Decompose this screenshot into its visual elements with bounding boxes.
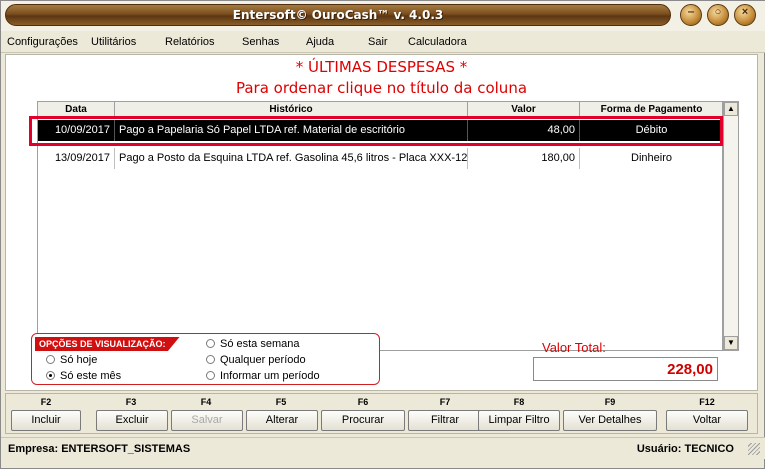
menu-ajuda[interactable]: Ajuda [306, 36, 334, 48]
selected-row-highlight [29, 116, 723, 146]
vertical-scrollbar[interactable]: ▲ ▼ [723, 101, 739, 351]
cell-forma: Dinheiro [580, 148, 722, 169]
radio-so-esta-semana[interactable]: Só esta semana [206, 338, 300, 350]
alterar-button[interactable]: Alterar [246, 410, 318, 431]
application-window: Entersoft© OuroCash™ v. 4.0.3 ‒ ○ × Conf… [0, 0, 765, 469]
radio-icon [206, 339, 215, 348]
maximize-icon: ○ [714, 6, 722, 18]
fkey-label: F5 [275, 397, 287, 407]
ver-detalhes-button[interactable]: Ver Detalhes [563, 410, 657, 431]
fkey-label: F2 [40, 397, 52, 407]
minimize-button[interactable]: ‒ [680, 4, 702, 26]
radio-label: Só hoje [60, 354, 98, 366]
excluir-button[interactable]: Excluir [96, 410, 168, 431]
voltar-button[interactable]: Voltar [666, 410, 748, 431]
radio-checked-icon [46, 371, 55, 380]
minimize-icon: ‒ [687, 6, 695, 18]
cell-data: 13/09/2017 [38, 148, 115, 169]
window-title: Entersoft© OuroCash™ v. 4.0.3 [232, 8, 444, 22]
radio-icon [46, 355, 55, 364]
resize-grip-icon[interactable] [748, 443, 760, 455]
status-empresa: Empresa: ENTERSOFT_SISTEMAS [8, 443, 191, 455]
total-value: 228,00 [533, 357, 718, 381]
scroll-up-icon[interactable]: ▲ [724, 102, 738, 116]
fkey-label: F12 [699, 397, 715, 407]
page-title: * ÚLTIMAS DESPESAS * [295, 58, 468, 76]
fkey-label: F7 [439, 397, 451, 407]
title-pill[interactable]: Entersoft© OuroCash™ v. 4.0.3 [5, 4, 671, 26]
radio-so-este-mes[interactable]: Só este mês [46, 370, 121, 382]
radio-label: Informar um período [220, 370, 320, 382]
status-usuario: Usuário: TECNICO [636, 443, 734, 455]
scroll-down-icon[interactable]: ▼ [724, 336, 738, 350]
cell-historico: Pago a Posto da Esquina LTDA ref. Gasoli… [115, 148, 468, 169]
fkey-label: F4 [200, 397, 212, 407]
menu-configuracoes[interactable]: Configurações [7, 36, 78, 48]
table-row[interactable]: 13/09/2017 Pago a Posto da Esquina LTDA … [38, 148, 722, 169]
fkey-label: F9 [604, 397, 616, 407]
page-subtitle: Para ordenar clique no título da coluna [235, 79, 528, 97]
status-bar: Empresa: ENTERSOFT_SISTEMAS Usuário: TEC… [1, 437, 765, 459]
maximize-button[interactable]: ○ [707, 4, 729, 26]
menu-utilitarios[interactable]: Utilitários [91, 36, 136, 48]
radio-label: Qualquer período [220, 354, 306, 366]
menu-bar: Configurações Utilitários Relatórios Sen… [1, 31, 765, 53]
radio-so-hoje[interactable]: Só hoje [46, 354, 97, 366]
radio-informar-periodo[interactable]: Informar um período [206, 370, 320, 382]
close-icon: × [741, 6, 749, 18]
view-options-title: OPÇÕES DE VISUALIZAÇÃO: [35, 337, 180, 351]
limpar-filtro-button[interactable]: Limpar Filtro [478, 410, 560, 431]
radio-qualquer-periodo[interactable]: Qualquer período [206, 354, 306, 366]
close-button[interactable]: × [734, 4, 756, 26]
fkey-label: F8 [513, 397, 525, 407]
fkey-label: F3 [125, 397, 137, 407]
view-options-panel: OPÇÕES DE VISUALIZAÇÃO: Só hoje Só este … [31, 333, 380, 385]
radio-icon [206, 355, 215, 364]
cell-valor: 180,00 [468, 148, 580, 169]
radio-icon [206, 371, 215, 380]
function-key-bar: F2 Incluir F3 Excluir F4 Salvar F5 Alter… [5, 393, 758, 434]
menu-senhas[interactable]: Senhas [242, 36, 279, 48]
total-label: Valor Total: [542, 340, 606, 355]
filtrar-button[interactable]: Filtrar [408, 410, 482, 431]
menu-sair[interactable]: Sair [368, 36, 388, 48]
title-bar: Entersoft© OuroCash™ v. 4.0.3 ‒ ○ × [1, 1, 765, 31]
menu-calculadora[interactable]: Calculadora [408, 36, 467, 48]
fkey-label: F6 [357, 397, 369, 407]
procurar-button[interactable]: Procurar [321, 410, 405, 431]
menu-relatorios[interactable]: Relatórios [165, 36, 215, 48]
salvar-button[interactable]: Salvar [171, 410, 243, 431]
incluir-button[interactable]: Incluir [11, 410, 81, 431]
radio-label: Só esta semana [220, 338, 300, 350]
radio-label: Só este mês [60, 370, 122, 382]
